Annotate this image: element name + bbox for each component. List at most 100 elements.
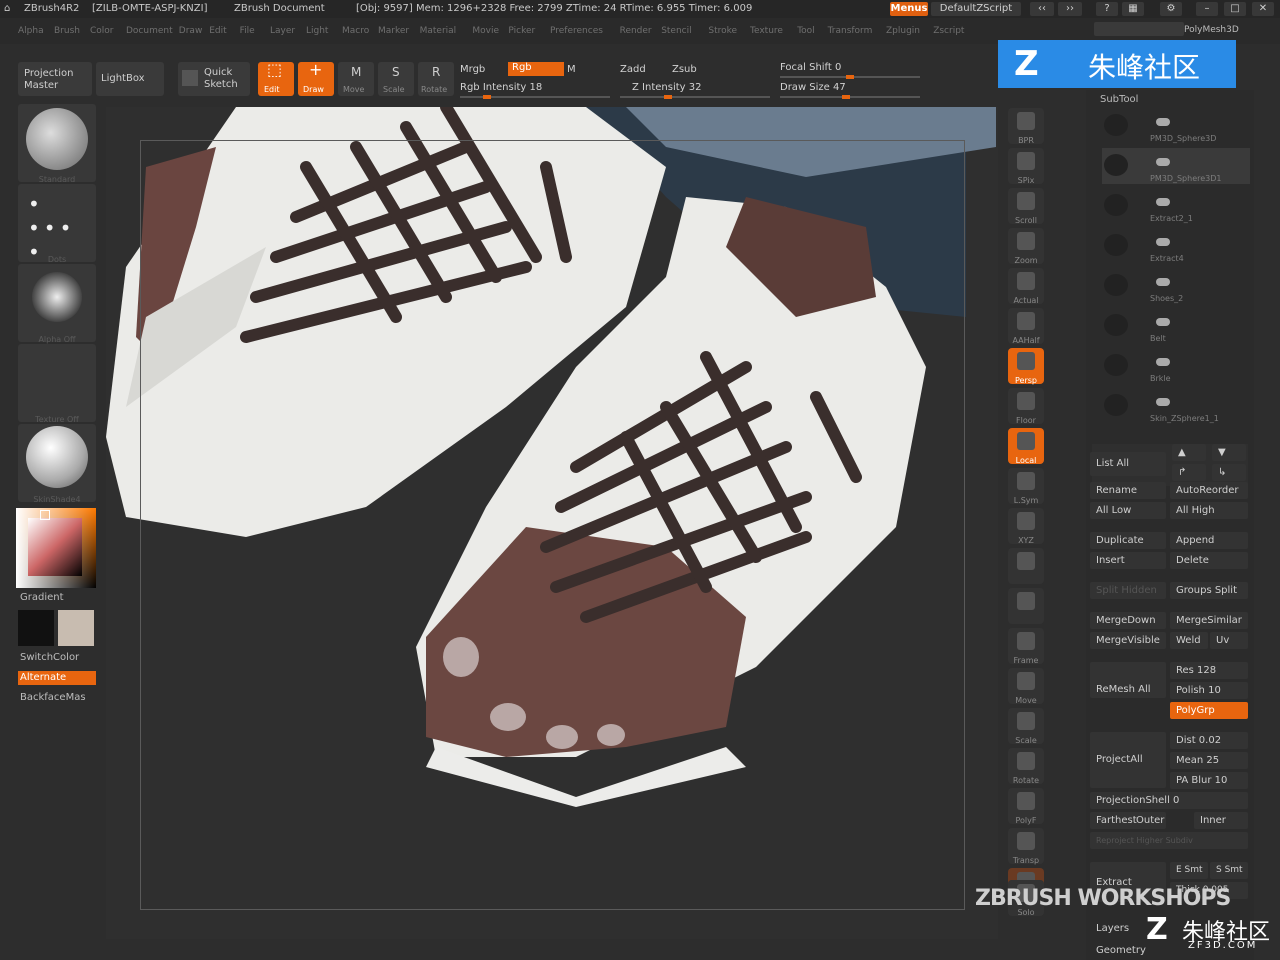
menu-item-render[interactable]: Render	[620, 26, 652, 36]
visibility-eye-icon[interactable]	[1156, 278, 1170, 286]
quick-sketch-button[interactable]: Quick Sketch	[178, 62, 250, 96]
all-high-button[interactable]: All High	[1170, 502, 1248, 519]
dist-slider[interactable]: Dist 0.02	[1170, 732, 1248, 749]
focal-shift-slider[interactable]	[780, 75, 920, 79]
menu-item-edit[interactable]: Edit	[209, 26, 226, 36]
alpha-thumbnail[interactable]: Alpha Off	[18, 264, 96, 344]
menu-item-texture[interactable]: Texture	[750, 26, 783, 36]
subtool-item[interactable]: PM3D_Sphere3D1	[1102, 148, 1250, 184]
subtool-item[interactable]: Belt	[1102, 308, 1250, 344]
menu-item-preferences[interactable]: Preferences	[550, 26, 603, 36]
right-shelf-button-scroll[interactable]: Scroll	[1008, 188, 1044, 225]
split-hidden-button[interactable]: Split Hidden	[1090, 582, 1166, 599]
menu-item-layer[interactable]: Layer	[270, 26, 295, 36]
gradient-label[interactable]: Gradient	[20, 592, 64, 603]
secondary-color-swatch[interactable]	[58, 610, 94, 646]
res-slider[interactable]: Res 128	[1170, 662, 1248, 679]
polygrp-button[interactable]: PolyGrp	[1170, 702, 1248, 719]
subtool-item[interactable]: Shoes_2	[1102, 268, 1250, 304]
e-smt-slider[interactable]: E Smt	[1170, 862, 1208, 879]
right-shelf-button-xyz[interactable]: XYZ	[1008, 508, 1044, 545]
menu-item-macro[interactable]: Macro	[342, 26, 369, 36]
right-shelf-button-local[interactable]: Local	[1008, 428, 1044, 465]
menu-item-transform[interactable]: Transform	[828, 26, 873, 36]
scale-button[interactable]: S Scale	[378, 62, 414, 96]
main-color-swatch[interactable]	[18, 610, 54, 646]
delete-button[interactable]: Delete	[1170, 552, 1248, 569]
right-shelf-button-aahalf[interactable]: AAHalf	[1008, 308, 1044, 345]
uv-button[interactable]: Uv	[1210, 632, 1248, 649]
move-top-arrow-icon[interactable]: ↱	[1172, 464, 1206, 481]
close-icon[interactable]: ✕	[1252, 2, 1274, 16]
z-intensity-slider[interactable]	[620, 95, 770, 99]
right-shelf-button-lsym[interactable]: L.Sym	[1008, 468, 1044, 505]
right-shelf-button-actual[interactable]: Actual	[1008, 268, 1044, 305]
right-shelf-button-blank-11[interactable]	[1008, 548, 1044, 584]
hue-marker-icon[interactable]	[40, 510, 50, 520]
menu-item-marker[interactable]: Marker	[378, 26, 409, 36]
move-bottom-arrow-icon[interactable]: ↳	[1212, 464, 1246, 481]
right-shelf-button-scale[interactable]: Scale	[1008, 708, 1044, 745]
merge-down-button[interactable]: MergeDown	[1090, 612, 1166, 629]
mrgb-button[interactable]: Mrgb	[460, 64, 485, 75]
menu-item-stroke[interactable]: Stroke	[708, 26, 737, 36]
autoreorder-button[interactable]: AutoReorder	[1170, 482, 1248, 499]
visibility-eye-icon[interactable]	[1156, 118, 1170, 126]
right-shelf-button-transp[interactable]: Transp	[1008, 828, 1044, 865]
next-icon[interactable]: ››	[1058, 2, 1082, 16]
pa-blur-slider[interactable]: PA Blur 10	[1170, 772, 1248, 789]
menu-item-draw[interactable]: Draw	[179, 26, 203, 36]
outer-button[interactable]: Outer	[1130, 812, 1166, 829]
list-all-button[interactable]: List All	[1090, 452, 1166, 476]
menu-item-zplugin[interactable]: Zplugin	[886, 26, 920, 36]
settings-icon[interactable]: ⚙	[1160, 2, 1182, 16]
move-button[interactable]: M Move	[338, 62, 374, 96]
projection-master-button[interactable]: Projection Master	[18, 62, 92, 96]
rgb-button[interactable]: Rgb	[508, 62, 564, 76]
inner-button[interactable]: Inner	[1194, 812, 1248, 829]
merge-visible-button[interactable]: MergeVisible	[1090, 632, 1166, 649]
right-shelf-button-frame[interactable]: Frame	[1008, 628, 1044, 665]
draw-size-slider[interactable]	[780, 95, 920, 99]
minimize-icon[interactable]: –	[1196, 2, 1218, 16]
menu-item-document[interactable]: Document	[126, 26, 173, 36]
subtool-title[interactable]: SubTool	[1100, 94, 1138, 105]
remesh-all-button[interactable]: ReMesh All	[1090, 662, 1166, 698]
switch-color-button[interactable]: SwitchColor	[20, 652, 79, 663]
groups-split-button[interactable]: Groups Split	[1170, 582, 1248, 599]
right-shelf-button-move[interactable]: Move	[1008, 668, 1044, 705]
default-zscript-button[interactable]: DefaultZScript	[931, 2, 1021, 16]
menu-item-brush[interactable]: Brush	[54, 26, 80, 36]
menu-item-file[interactable]: File	[240, 26, 255, 36]
material-thumbnail[interactable]: SkinShade4	[18, 424, 96, 504]
edit-button[interactable]: ⬚ Edit	[258, 62, 294, 96]
help-icon[interactable]: ?	[1096, 2, 1118, 16]
subtool-item[interactable]: Brkle	[1102, 348, 1250, 384]
stroke-thumbnail[interactable]: • ••• • Dots	[18, 184, 96, 264]
merge-similar-button[interactable]: MergeSimilar	[1170, 612, 1248, 629]
zsub-button[interactable]: Zsub	[672, 64, 697, 75]
subtool-item[interactable]: Skin_ZSphere1_1	[1102, 388, 1250, 424]
layout-icon[interactable]: ▦	[1122, 2, 1144, 16]
menu-item-alpha[interactable]: Alpha	[18, 26, 44, 36]
brush-thumbnail[interactable]: Standard	[18, 104, 96, 184]
lightbox-button[interactable]: LightBox	[96, 62, 164, 96]
s-smt-slider[interactable]: S Smt	[1210, 862, 1248, 879]
right-shelf-button-floor[interactable]: Floor	[1008, 388, 1044, 425]
visibility-eye-icon[interactable]	[1156, 398, 1170, 406]
zadd-button[interactable]: Zadd	[620, 64, 646, 75]
color-picker[interactable]	[16, 508, 96, 588]
backface-mask-button[interactable]: BackfaceMas	[20, 692, 86, 703]
alternate-button[interactable]: Alternate	[18, 671, 96, 685]
right-shelf-button-persp[interactable]: Persp	[1008, 348, 1044, 385]
right-shelf-button-rotate[interactable]: Rotate	[1008, 748, 1044, 785]
subtool-item[interactable]: Extract4	[1102, 228, 1250, 264]
color-square[interactable]	[28, 518, 82, 576]
subtool-item[interactable]: Extract2_1	[1102, 188, 1250, 224]
visibility-eye-icon[interactable]	[1156, 358, 1170, 366]
insert-button[interactable]: Insert	[1090, 552, 1166, 569]
weld-button[interactable]: Weld	[1170, 632, 1208, 649]
m-button[interactable]: M	[567, 64, 576, 75]
menu-item-light[interactable]: Light	[306, 26, 328, 36]
mean-slider[interactable]: Mean 25	[1170, 752, 1248, 769]
